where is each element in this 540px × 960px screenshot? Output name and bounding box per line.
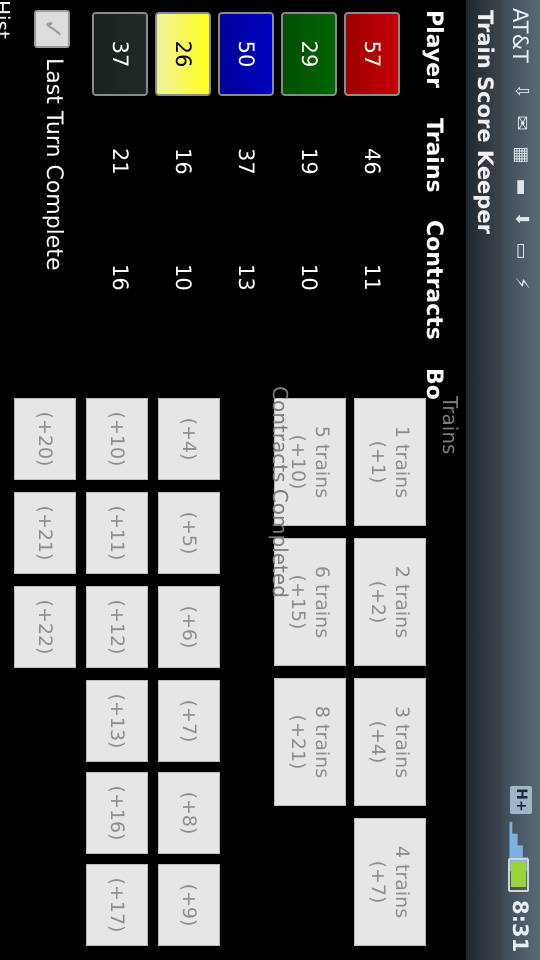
player-row: 29 <box>281 12 337 96</box>
contract-5-button[interactable]: (+5) <box>158 492 220 574</box>
player-score-button[interactable]: 29 <box>281 12 337 96</box>
player-score-button[interactable]: 26 <box>155 12 211 96</box>
player-trains-value: 21 <box>108 148 132 175</box>
clock: 8:31 <box>508 900 532 953</box>
player-score-button[interactable]: 57 <box>344 12 400 96</box>
network-type-icon: H+ <box>510 786 532 814</box>
tray-icon: ▭ <box>511 242 532 260</box>
header-player: Player <box>421 10 446 88</box>
contract-17-button[interactable]: (+17) <box>86 864 148 946</box>
player-row: 57 <box>344 12 400 96</box>
player-row: 37 <box>92 12 148 96</box>
contract-4-button[interactable]: (+4) <box>158 398 220 480</box>
trains-8-button[interactable]: 8 trains (+21) <box>274 678 346 806</box>
player-contracts-value: 16 <box>108 264 132 291</box>
contracts-section-label: Contracts Completed <box>268 386 292 598</box>
player-score-button[interactable]: 37 <box>92 12 148 96</box>
player-row: 50 <box>218 12 274 96</box>
usb-icon: ⇩ <box>511 83 532 99</box>
trains-section-label: Trains <box>438 396 462 455</box>
last-turn-label: Last Turn Complete <box>41 58 66 271</box>
trains-4-button[interactable]: 4 trains (+7) <box>354 818 426 946</box>
contract-8-button[interactable]: (+8) <box>158 772 220 854</box>
contract-7-button[interactable]: (+7) <box>158 680 220 762</box>
player-contracts-value: 10 <box>297 264 321 291</box>
header-contracts: Contracts <box>421 220 446 340</box>
title-bar: Train Score Keeper <box>466 0 502 960</box>
carrier-label: AT&T <box>508 8 532 63</box>
contract-10-button[interactable]: (+10) <box>86 398 148 480</box>
contract-16-button[interactable]: (+16) <box>86 772 148 854</box>
trains-3-button[interactable]: 3 trains (+4) <box>354 678 426 806</box>
player-score-button[interactable]: 50 <box>218 12 274 96</box>
contract-13-button[interactable]: (+13) <box>86 680 148 762</box>
player-row: 26 <box>155 12 211 96</box>
player-trains-value: 19 <box>297 148 321 175</box>
download-icon: ⬇ <box>511 211 532 227</box>
player-contracts-value: 10 <box>171 264 195 291</box>
player-trains-value: 37 <box>234 148 258 175</box>
player-trains-value: 46 <box>360 148 384 175</box>
calendar-icon: ▦ <box>511 146 532 164</box>
contract-11-button[interactable]: (+11) <box>86 492 148 574</box>
history-label: Hist <box>0 0 14 39</box>
player-contracts-value: 11 <box>360 264 384 291</box>
contract-21-button[interactable]: (+21) <box>14 492 76 574</box>
trains-2-button[interactable]: 2 trains (+2) <box>354 538 426 666</box>
status-bar: AT&T ⇩ ✉ ▦ ▬ ⬇ ▭ ⚡ H+ ▁▃▅▇ 8:31 <box>502 0 540 960</box>
contract-22-button[interactable]: (+22) <box>14 586 76 668</box>
header-trains: Trains <box>421 118 446 193</box>
trains-1-button[interactable]: 1 trains (+1) <box>354 398 426 526</box>
battery-icon <box>508 858 529 892</box>
app-title: Train Score Keeper <box>473 10 497 234</box>
player-contracts-value: 13 <box>234 264 258 291</box>
contract-6-button[interactable]: (+6) <box>158 586 220 668</box>
last-turn-checkbox[interactable]: ✓ <box>34 10 70 48</box>
usb-debug-icon: ⚡ <box>511 276 532 290</box>
mail-icon: ✉ <box>511 115 532 131</box>
notification-icon: ▬ <box>511 178 532 196</box>
contract-20-button[interactable]: (+20) <box>14 398 76 480</box>
contract-12-button[interactable]: (+12) <box>86 586 148 668</box>
app-screen: AT&T ⇩ ✉ ▦ ▬ ⬇ ▭ ⚡ H+ ▁▃▅▇ 8:31 Train Sc… <box>0 0 540 960</box>
contract-9-button[interactable]: (+9) <box>158 864 220 946</box>
player-trains-value: 16 <box>171 148 195 175</box>
